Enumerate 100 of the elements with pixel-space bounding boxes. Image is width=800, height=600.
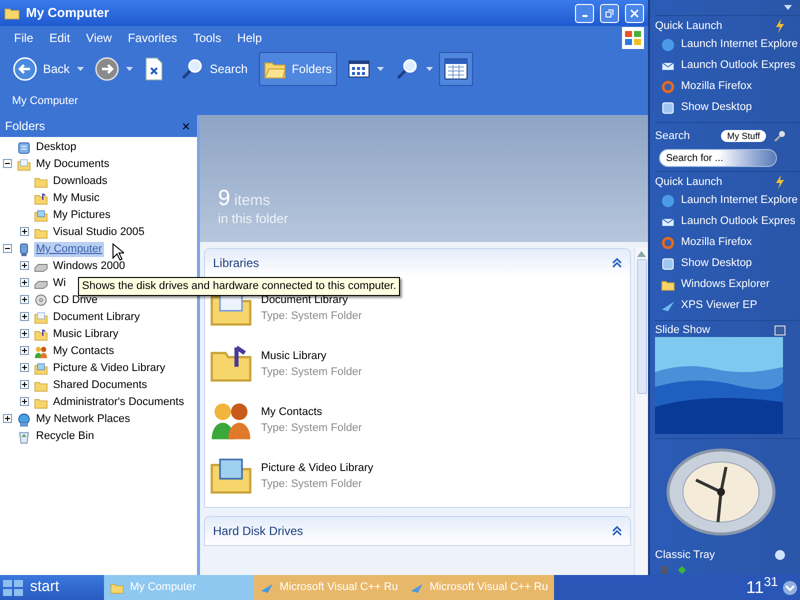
my-stuff-button[interactable]: My Stuff [721,130,766,142]
tree-item[interactable]: My Music [51,191,102,206]
globe-icon [661,38,675,52]
tree-item[interactable]: My Documents [34,157,112,172]
expand-toggle[interactable] [20,329,29,338]
calendar-icon [444,58,468,80]
document-folder-icon [34,310,48,324]
item-type: Type: System Folder [261,421,362,436]
globe-icon [661,194,675,208]
start-button[interactable]: start [0,575,104,600]
search-field[interactable]: Search for ... [659,149,777,167]
menu-item[interactable]: Favorites [120,29,186,47]
minimize-button[interactable] [575,4,594,22]
item-count: 9 [218,186,230,208]
expand-toggle[interactable] [20,363,29,372]
expand-toggle[interactable] [20,295,29,304]
launch-link[interactable]: Launch Outlook Expres [681,213,796,230]
tree-item[interactable]: Recycle Bin [34,429,96,444]
search-button[interactable]: Search [174,52,253,86]
picture-folder-icon [34,208,48,222]
picture-folder-icon [34,362,48,376]
scrollbar[interactable] [634,248,648,575]
menu-item[interactable]: Edit [41,29,78,47]
dropdown-caret-icon[interactable] [126,67,133,71]
item-type: Type: System Folder [261,477,363,492]
tree-item[interactable]: My Computer [34,242,104,257]
menu-item[interactable]: Tools [185,29,230,47]
tree-item[interactable]: CD Drive [51,293,100,308]
menu-item[interactable]: View [78,29,120,47]
tree-item[interactable]: Downloads [51,174,110,189]
dropdown-caret-icon[interactable] [76,67,84,71]
desktop-icon [661,100,675,114]
gadget-title: Quick Launch [655,18,722,34]
calendar-button[interactable] [438,52,473,86]
windows-logo-icon [2,578,24,598]
expand-toggle[interactable] [20,278,29,287]
dropdown-caret-icon[interactable] [784,5,792,10]
dropdown-caret-icon[interactable] [426,67,433,71]
desktop-icon [17,140,31,154]
launch-link[interactable]: XPS Viewer EP [681,297,758,314]
address-path: My Computer [12,94,78,110]
collapse-chevron-icon[interactable] [612,526,622,536]
tree-item[interactable]: Document Library [51,310,142,325]
launch-link[interactable]: Launch Internet Explore [681,192,798,209]
launch-link[interactable]: Mozilla Firefox [681,78,752,95]
network-icon [17,412,31,426]
tree-item[interactable]: My Contacts [51,344,116,359]
collapse-toggle[interactable] [3,159,12,168]
close-button[interactable] [625,4,644,22]
tree-item[interactable]: Desktop [34,140,78,155]
tree-item[interactable]: Picture & Video Library [51,361,168,376]
pane-title: Folders [5,118,46,135]
expand-toggle[interactable] [20,397,29,406]
launch-link[interactable]: Show Desktop [681,255,752,272]
lightning-icon [774,19,786,33]
expand-toggle[interactable] [20,346,29,355]
item-type: Type: System Folder [261,309,362,324]
mouse-pointer-icon [112,243,124,261]
slideshow-icon [774,324,786,336]
document-folder-icon [17,158,31,172]
tree-item[interactable]: Windows 2000 [51,259,128,274]
chevron-down-icon[interactable] [782,580,798,596]
dropdown-caret-icon[interactable] [376,67,384,71]
folders-button[interactable]: Folders [258,52,337,86]
item-unit: items [234,192,270,208]
restore-button[interactable] [600,4,619,22]
launch-link[interactable]: Windows Explorer [681,276,770,293]
installer-icon [410,582,424,594]
expand-toggle[interactable] [20,312,29,321]
tree-item[interactable]: My Network Places [34,412,132,427]
tree-item[interactable]: Shared Documents [51,378,150,393]
menu-item[interactable]: File [6,29,42,47]
launch-link[interactable]: Launch Outlook Expres [681,57,796,74]
expand-toggle[interactable] [20,380,29,389]
tree-item[interactable]: Administrator's Documents [51,395,186,410]
expand-toggle[interactable] [20,227,29,236]
launch-link[interactable]: Launch Internet Explore [681,36,798,53]
item-name[interactable]: Music Library [261,348,362,364]
tooltip: Shows the disk drives and hardware connected to this computer. [78,277,400,296]
item-name[interactable]: My Contacts [261,404,362,420]
expand-toggle[interactable] [3,414,12,423]
window-title: My Computer [26,4,110,22]
menu-item[interactable]: Help [229,29,270,47]
contacts-icon [34,344,48,358]
installer-icon [260,582,274,594]
back-button[interactable]: Back [8,52,75,86]
item-name[interactable]: Picture & Video Library [261,460,374,476]
tree-item[interactable]: My Pictures [51,208,112,223]
close-button[interactable]: × [180,119,192,133]
computer-icon [17,242,31,256]
tree-item[interactable]: Wi [51,276,68,291]
collapse-chevron-icon[interactable] [612,258,622,268]
expand-toggle[interactable] [20,261,29,270]
collapse-toggle[interactable] [3,244,12,253]
tree-item[interactable]: Visual Studio 2005 [51,225,147,240]
globe-icon [774,549,786,561]
tree-item[interactable]: Music Library [51,327,120,342]
clock: 11$^{31}$ [746,578,778,598]
launch-link[interactable]: Mozilla Firefox [681,234,752,251]
launch-link[interactable]: Show Desktop [681,99,752,116]
